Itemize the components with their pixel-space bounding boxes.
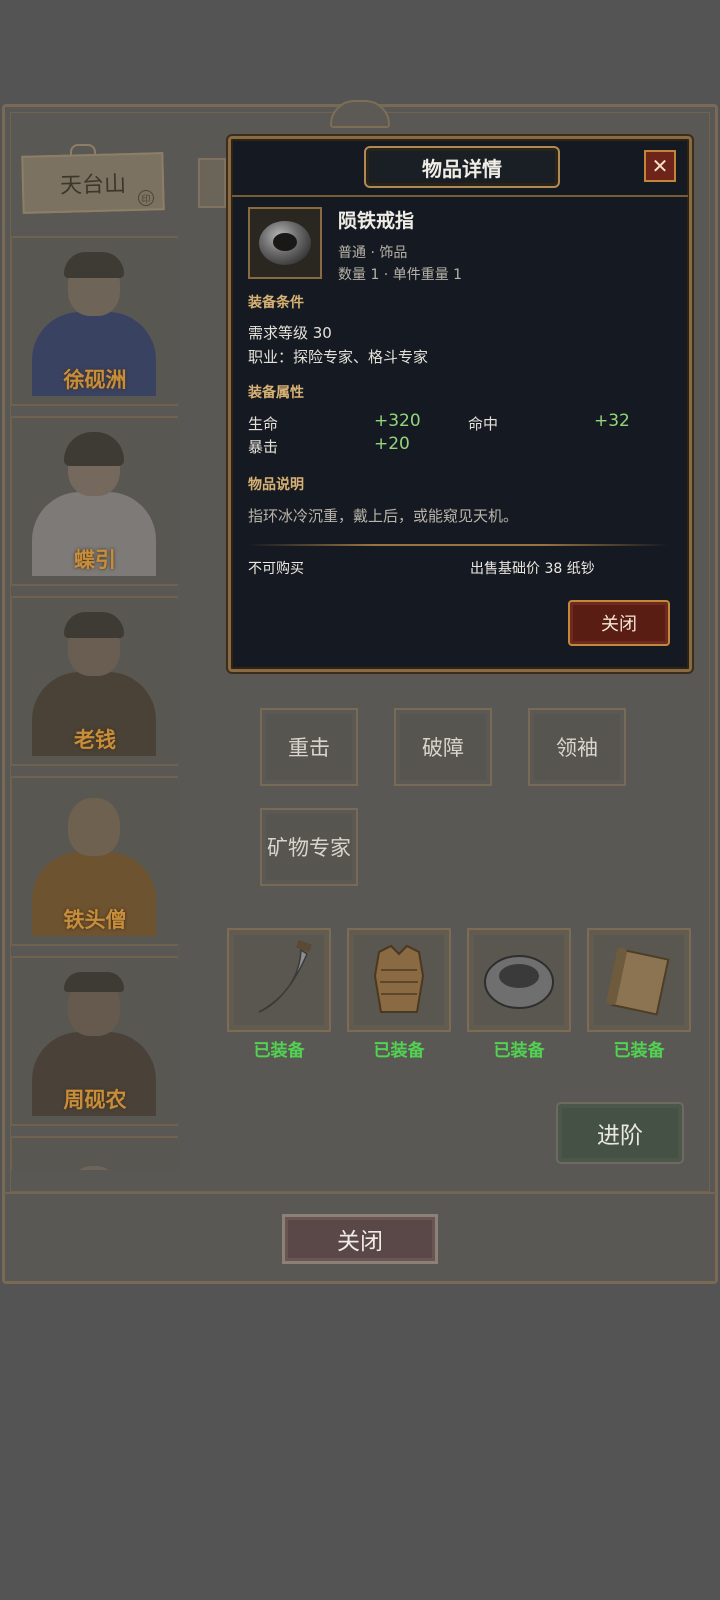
- character-head: [68, 798, 120, 856]
- scroll-icon: [606, 947, 670, 1016]
- item-type: 普通 · 饰品: [338, 245, 408, 261]
- ring-icon: [259, 221, 311, 265]
- item-quantity-weight: 数量 1 · 单件重量 1: [338, 267, 463, 283]
- item-icon-frame: [248, 207, 322, 279]
- character-name: 蝶引: [74, 548, 116, 572]
- sell-price: 出售基础价 38 纸钞: [470, 561, 595, 577]
- equipment-status: 已装备: [373, 1041, 425, 1061]
- equipment-slot-weapon[interactable]: [227, 928, 331, 1032]
- requirements-heading: 装备条件: [248, 295, 304, 311]
- location-seal-icon: 印: [138, 190, 154, 206]
- character-name: 老钱: [74, 728, 116, 752]
- map-tab[interactable]: [198, 158, 226, 208]
- footer-divider: [248, 544, 668, 546]
- buy-status: 不可购买: [248, 561, 304, 577]
- advance-button[interactable]: 进阶: [556, 1102, 684, 1164]
- modal-close-button[interactable]: 关闭: [568, 600, 670, 646]
- equipment-status: 已装备: [253, 1041, 305, 1061]
- character-hair: [64, 252, 124, 278]
- character-card[interactable]: 老钱: [10, 596, 178, 766]
- armor-icon: [373, 944, 425, 1013]
- character-card[interactable]: 徐砚洲: [10, 236, 178, 406]
- character-head: [68, 1166, 120, 1170]
- attributes-heading: 装备属性: [248, 385, 304, 401]
- stat-value: +320: [374, 411, 421, 431]
- character-card[interactable]: 周砚农: [10, 956, 178, 1126]
- skill-button[interactable]: 矿物专家: [260, 808, 358, 886]
- character-list[interactable]: 徐砚洲 蝶引 老钱 铁头僧 周砚农: [8, 236, 178, 1170]
- skill-button[interactable]: 重击: [260, 708, 358, 786]
- equipment-status: 已装备: [613, 1041, 665, 1061]
- close-icon[interactable]: ✕: [644, 150, 676, 182]
- stat-label: 生命: [248, 415, 279, 433]
- item-name: 陨铁戒指: [338, 210, 415, 232]
- character-card[interactable]: 铁头僧: [10, 776, 178, 946]
- close-button[interactable]: 关闭: [282, 1214, 438, 1264]
- item-description: 指环冰冷沉重，戴上后，或能窥见天机。: [248, 507, 519, 525]
- required-level: 需求等级 30: [248, 324, 332, 342]
- description-heading: 物品说明: [248, 477, 304, 493]
- character-name: 铁头僧: [63, 908, 127, 932]
- modal-title: 物品详情: [364, 146, 560, 188]
- equipment-slot-scroll[interactable]: [587, 928, 691, 1032]
- equipment-status: 已装备: [493, 1041, 545, 1061]
- character-card[interactable]: 蝶引: [10, 416, 178, 586]
- character-hair: [64, 432, 124, 466]
- character-hair: [64, 972, 124, 992]
- location-name: 天台山: [59, 172, 127, 199]
- stat-value: +20: [374, 434, 410, 454]
- character-portrait: [26, 1146, 162, 1170]
- character-card[interactable]: [10, 1136, 178, 1170]
- saber-icon: [258, 939, 312, 1013]
- character-name: 周砚农: [63, 1088, 127, 1112]
- stat-label: 暴击: [248, 438, 279, 456]
- ring-icon: [484, 955, 554, 1009]
- stat-value: +32: [594, 411, 630, 431]
- required-profession: 职业：探险专家、格斗专家: [248, 348, 429, 366]
- stat-label: 命中: [468, 415, 499, 433]
- title-divider: [232, 195, 688, 197]
- skill-button[interactable]: 领袖: [528, 708, 626, 786]
- character-hair: [64, 612, 124, 638]
- skill-button[interactable]: 破障: [394, 708, 492, 786]
- equipment-slot-ring[interactable]: [467, 928, 571, 1032]
- character-name: 徐砚洲: [63, 368, 127, 392]
- equipment-slot-armor[interactable]: [347, 928, 451, 1032]
